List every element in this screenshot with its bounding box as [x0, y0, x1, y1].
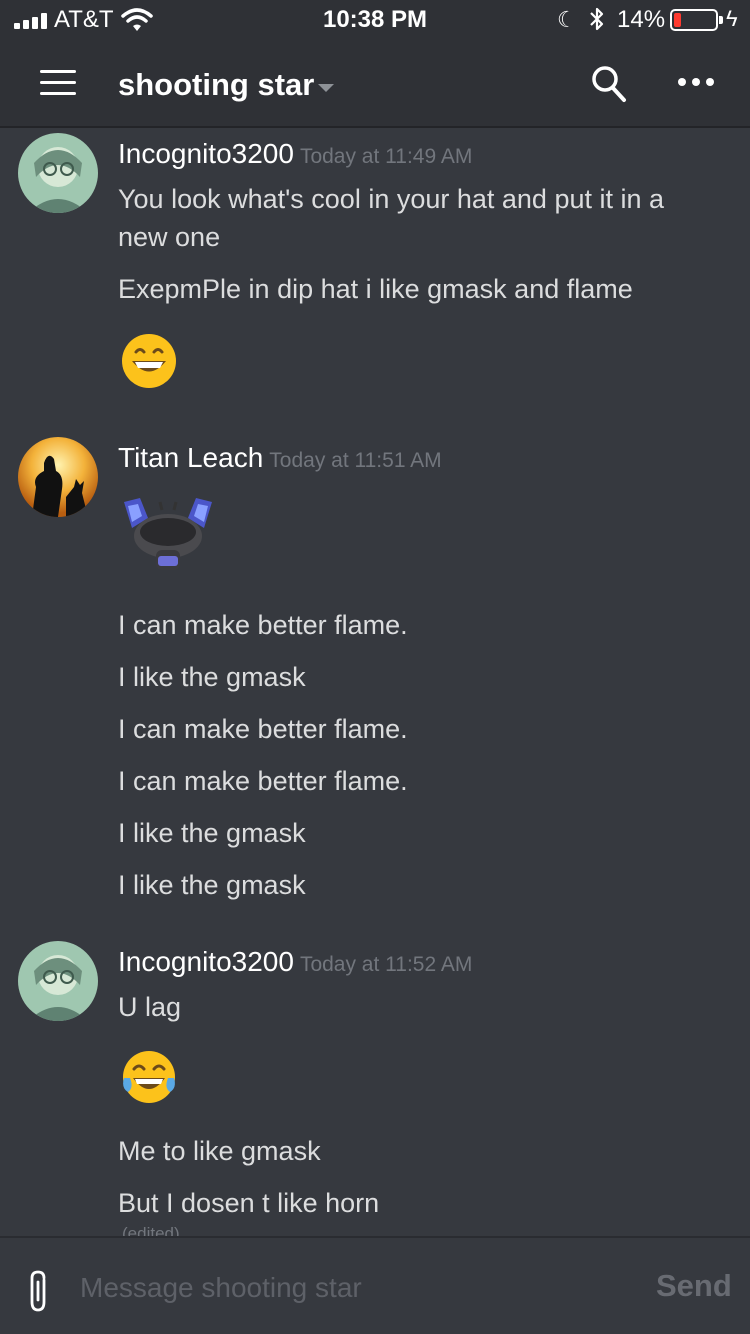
status-bar: AT&T 10:38 PM ☾ 14% ϟ [0, 0, 750, 40]
tears-of-joy-icon [123, 1051, 175, 1103]
message-text: Me to like gmask [118, 1136, 321, 1166]
battery-icon [670, 9, 723, 31]
message-text: But I dosen t like horn [118, 1188, 380, 1218]
message-list[interactable]: Incognito3200 Today at 11:49 AM You look … [0, 130, 750, 1236]
message-input[interactable] [80, 1268, 620, 1308]
message-text: I can make better flame. [118, 610, 408, 640]
message-timestamp: Today at 11:52 AM [299, 953, 473, 976]
message-timestamp: Today at 11:51 AM [269, 449, 442, 472]
avatar[interactable] [18, 941, 98, 1021]
avatar[interactable] [18, 437, 98, 517]
gas-mask-hat-sticker[interactable] [118, 492, 218, 582]
bluetooth-icon [590, 7, 604, 31]
message-text: I like the gmask [118, 662, 306, 692]
author-name[interactable]: Incognito3200 Today at 11:49 AM [118, 138, 472, 170]
more-icon[interactable] [678, 78, 714, 88]
top-bar: AT&T 10:38 PM ☾ 14% ϟ shooting star [0, 0, 750, 128]
message-text: I can make better flame. [118, 766, 408, 796]
message-timestamp: Today at 11:49 AM [299, 145, 473, 168]
message-text: You look what's cool in your hat and put… [118, 184, 665, 252]
menu-icon[interactable] [40, 70, 76, 96]
battery-level [674, 13, 681, 27]
message-text: I like the gmask [118, 870, 306, 900]
do-not-disturb-icon: ☾ [557, 7, 577, 32]
search-icon[interactable] [590, 64, 628, 104]
avatar[interactable] [18, 133, 98, 213]
author-name[interactable]: Titan Leach Today at 11:51 AM [118, 442, 442, 474]
grinning-face-icon [122, 334, 176, 388]
charging-icon: ϟ [726, 6, 738, 31]
channel-title[interactable]: shooting star [118, 67, 314, 103]
attachment-icon[interactable] [26, 1268, 52, 1314]
message-text: I like the gmask [118, 818, 306, 848]
chevron-down-icon[interactable] [318, 84, 334, 92]
author-name[interactable]: Incognito3200 Today at 11:52 AM [118, 946, 472, 978]
message-text: I can make better flame. [118, 714, 408, 744]
message-text: U lag [118, 992, 182, 1022]
edited-label: (edited) [122, 1224, 180, 1236]
message-text: ExepmPle in dip hat i like gmask and fla… [118, 274, 633, 304]
battery-percent: 14% [617, 6, 666, 33]
channel-header: shooting star [0, 40, 750, 128]
message-composer: Send [0, 1236, 750, 1334]
send-button[interactable]: Send [656, 1268, 732, 1304]
